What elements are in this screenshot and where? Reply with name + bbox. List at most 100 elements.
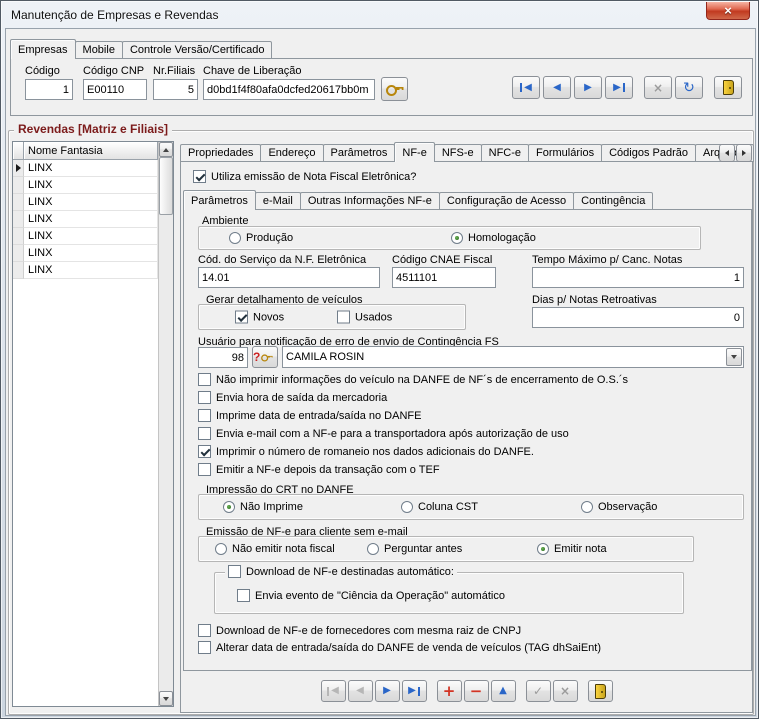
tab-codigos-padrao[interactable]: Códigos Padrão: [601, 144, 696, 162]
dias-retroativas-input[interactable]: 0: [532, 307, 744, 328]
radio-perguntar-antes[interactable]: Perguntar antes: [367, 543, 462, 555]
row-indicator: [13, 228, 24, 245]
nr-filiais-input[interactable]: 5: [153, 79, 198, 100]
gerar-chave-button[interactable]: [381, 77, 408, 101]
nav-first-button[interactable]: ◀: [512, 76, 540, 99]
ciencia-operacao-checkbox[interactable]: Envia evento de "Ciência da Operação" au…: [237, 589, 505, 602]
tab-empresas[interactable]: Empresas: [10, 39, 76, 59]
checkbox-box: [198, 624, 211, 637]
cnae-value: 4511101: [396, 271, 438, 284]
grid-row[interactable]: LINX: [13, 194, 158, 211]
nav-edit-button[interactable]: ▲: [490, 680, 516, 702]
chave-liberacao-input[interactable]: d0bd1f4f80afa0dcfed20617bb0m: [203, 79, 375, 100]
grid-header-nome-fantasia[interactable]: Nome Fantasia: [24, 142, 158, 160]
nav-post-button[interactable]: ✓: [525, 680, 551, 702]
tab-controle-versao-certificado[interactable]: Controle Versão/Certificado: [121, 41, 273, 59]
usados-checkbox[interactable]: Usados: [337, 310, 392, 324]
exit-button[interactable]: [587, 680, 613, 702]
tab-scroll-left-button[interactable]: [719, 144, 735, 162]
radio-observacao[interactable]: Observação: [581, 501, 657, 513]
flag-envia-hora-saida[interactable]: Envia hora de saída da mercadoria: [198, 391, 387, 404]
usuario-lookup-button[interactable]: ?: [252, 346, 278, 368]
nav-prior-button[interactable]: ◀: [347, 680, 373, 702]
tab-mobile[interactable]: Mobile: [74, 41, 123, 59]
flag-imprime-data-entrada-saida[interactable]: Imprime data de entrada/saída no DANFE: [198, 409, 421, 422]
grid-row[interactable]: LINX: [13, 262, 158, 279]
chave-liberacao-value: d0bd1f4f80afa0dcfed20617bb0m: [207, 83, 369, 96]
radio-circle: [215, 543, 227, 555]
radio-coluna-cst[interactable]: Coluna CST: [401, 501, 478, 513]
arrow-right-icon: [742, 150, 746, 156]
refresh-icon: ↻: [683, 79, 695, 96]
nav-next-button[interactable]: ▶: [374, 680, 400, 702]
nav-last-button[interactable]: ▶: [605, 76, 633, 99]
subtab-contingencia[interactable]: Contingência: [573, 192, 654, 210]
radio-producao[interactable]: Produção: [229, 232, 293, 244]
tab-formularios[interactable]: Formulários: [528, 144, 603, 162]
nfe-tab-page: Utiliza emissão de Nota Fiscal Eletrônic…: [180, 161, 753, 713]
usuario-codigo-input[interactable]: 98: [198, 347, 248, 368]
novos-checkbox[interactable]: Novos: [235, 310, 285, 324]
emissao-sem-email-group: Não emitir nota fiscal Perguntar antes E…: [198, 536, 694, 562]
alterar-data-saida-checkbox[interactable]: Alterar data de entrada/saída do DANFE d…: [198, 641, 601, 654]
nav-prior-button[interactable]: ◀: [543, 76, 571, 99]
tab-nfse[interactable]: NFS-e: [433, 144, 482, 162]
usuario-nome-combo[interactable]: CAMILA ROSIN: [282, 346, 744, 368]
subtab-outras-informacoes[interactable]: Outras Informações NF-e: [299, 192, 440, 210]
key-icon: [261, 353, 274, 362]
flag-nao-imprimir-danfe-os[interactable]: Não imprimir informações do veículo na D…: [198, 373, 628, 386]
tab-nfe[interactable]: NF-e: [394, 142, 435, 162]
radio-nao-imprime[interactable]: Não Imprime: [223, 501, 303, 513]
checkbox-label: Novos: [253, 311, 285, 323]
flag-romaneio-dados-adicionais[interactable]: Imprimir o número de romaneio nos dados …: [198, 445, 534, 458]
tab-scroll-right-button[interactable]: [736, 144, 752, 162]
nav-next-button[interactable]: ▶: [574, 76, 602, 99]
grid-row[interactable]: LINX: [13, 177, 158, 194]
utiliza-nfe-checkbox[interactable]: Utiliza emissão de Nota Fiscal Eletrônic…: [193, 170, 416, 183]
radio-homologacao[interactable]: Homologação: [451, 232, 536, 244]
download-fornecedores-checkbox[interactable]: Download de NF-e de fornecedores com mes…: [198, 624, 521, 637]
tab-parametros[interactable]: Parâmetros: [322, 144, 396, 162]
radio-nao-emitir[interactable]: Não emitir nota fiscal: [215, 543, 335, 555]
radio-circle: [367, 543, 379, 555]
nav-cancel-button[interactable]: ×: [552, 680, 578, 702]
nav-delete-button[interactable]: −: [463, 680, 489, 702]
codigo-cnp-value: E00110: [87, 83, 125, 96]
row-indicator: [13, 177, 24, 194]
dropdown-button[interactable]: [726, 348, 742, 366]
nfe-sub-tab-strip: Parâmetros e-Mail Outras Informações NF-…: [183, 190, 654, 210]
cnae-input[interactable]: 4511101: [392, 267, 496, 288]
cod-servico-input[interactable]: 14.01: [198, 267, 380, 288]
tab-propriedades[interactable]: Propriedades: [180, 144, 262, 162]
grid-row[interactable]: LINX: [13, 211, 158, 228]
radio-emitir-nota[interactable]: Emitir nota: [537, 543, 607, 555]
grid-row[interactable]: LINX: [13, 160, 158, 177]
close-button[interactable]: ×: [706, 2, 750, 20]
nav-insert-button[interactable]: +: [436, 680, 462, 702]
tab-nfce[interactable]: NFC-e: [480, 144, 530, 162]
scrollbar-track[interactable]: [159, 157, 173, 691]
nav-first-button[interactable]: ◀: [320, 680, 346, 702]
scroll-up-button[interactable]: [159, 142, 173, 157]
codigo-input[interactable]: 1: [25, 79, 73, 100]
scrollbar-thumb[interactable]: [159, 157, 173, 215]
nav-last-button[interactable]: ▶: [401, 680, 427, 702]
next-icon: ▶: [383, 685, 391, 696]
subtab-configuracao-acesso[interactable]: Configuração de Acesso: [438, 192, 575, 210]
grid-scrollbar[interactable]: [158, 142, 173, 706]
download-destinadas-checkbox[interactable]: Download de NF-e destinadas automático:: [225, 565, 457, 578]
radio-label: Produção: [246, 232, 294, 244]
nav-cancel-button[interactable]: ×: [644, 76, 672, 99]
scroll-down-button[interactable]: [159, 691, 173, 706]
grid-row[interactable]: LINX: [13, 228, 158, 245]
flag-email-transportadora[interactable]: Envia e-mail com a NF-e para a transport…: [198, 427, 569, 440]
subtab-parametros[interactable]: Parâmetros: [183, 190, 256, 210]
exit-button[interactable]: [714, 76, 742, 99]
tempo-max-input[interactable]: 1: [532, 267, 744, 288]
flag-emitir-depois-tef[interactable]: Emitir a NF-e depois da transação com o …: [198, 463, 440, 476]
grid-row[interactable]: LINX: [13, 245, 158, 262]
codigo-cnp-input[interactable]: E00110: [83, 79, 147, 100]
nav-refresh-button[interactable]: ↻: [675, 76, 703, 99]
subtab-email[interactable]: e-Mail: [254, 192, 301, 210]
tab-endereco[interactable]: Endereço: [260, 144, 324, 162]
